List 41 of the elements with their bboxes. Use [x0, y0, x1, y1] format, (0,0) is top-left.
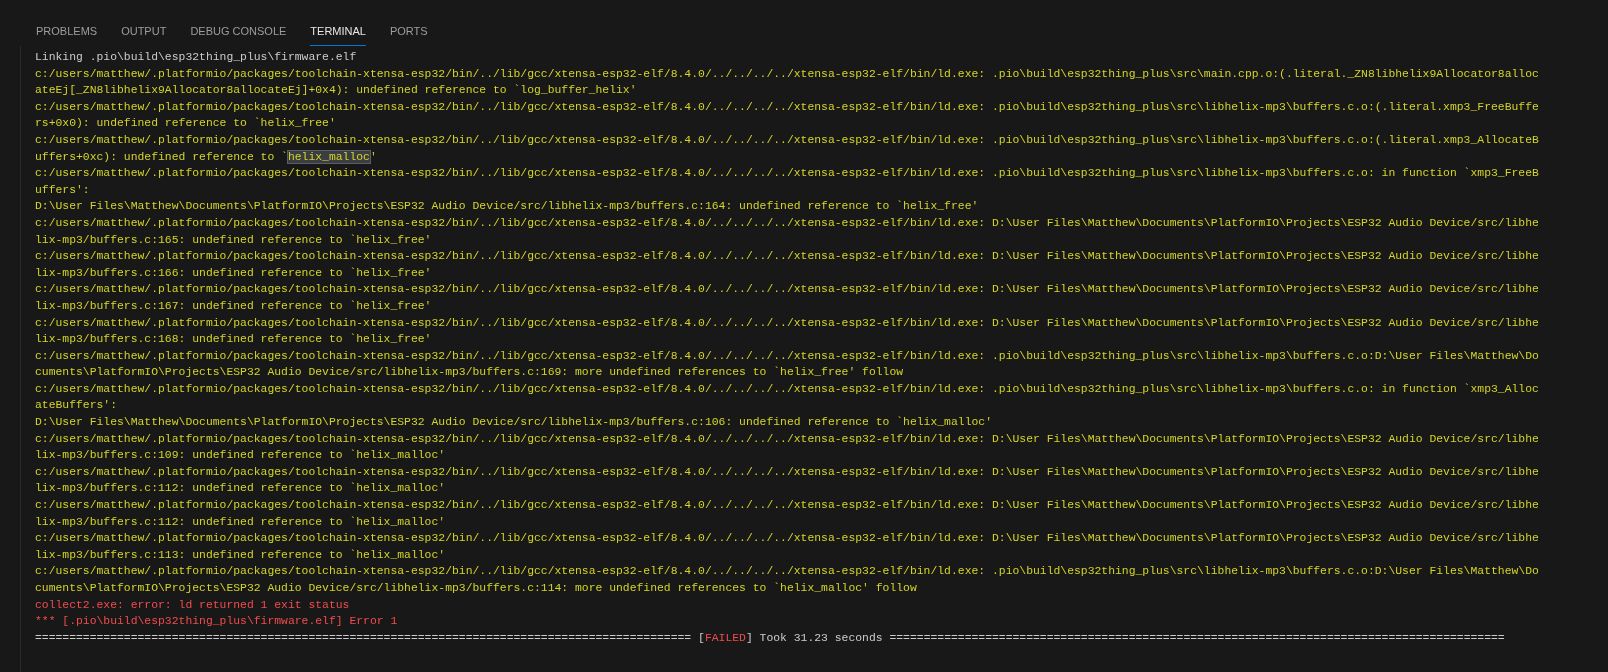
terminal-line: cuments\PlatformIO\Projects\ESP32 Audio Device/src/libhelix-mp3/buffers.c:114: more undefined references to `helix_malloc' follow [35, 581, 918, 596]
panel-tab[interactable]: DEBUG CONSOLE [190, 22, 287, 46]
terminal-line: c:/users/matthew/.platformio/packages/toolchain-xtensa-esp32/bin/../lib/gcc/xtensa-esp32-elf/8.4.0/../../../../xtensa-esp32-elf/bin/ld.exe: D:\User Files\Matthew\Documents\PlatformIO\Projects\ESP32 Audio Device/src/libhe [35, 498, 1540, 514]
panel-tab[interactable]: TERMINAL [310, 22, 366, 46]
terminal-line: c:/users/matthew/.platformio/packages/toolchain-xtensa-esp32/bin/../lib/gcc/xtensa-esp32-elf/8.4.0/../../../../xtensa-esp32-elf/bin/ld.exe: .pio\build\esp32thing_plus\src\libhelix-mp3\buffers.c.o: in function `xmp3_Alloc [35, 381, 1540, 397]
terminal-line: c:/users/matthew/.platformio/packages/toolchain-xtensa-esp32/bin/../lib/gcc/xtensa-esp32-elf/8.4.0/../../../../xtensa-esp32-elf/bin/ld.exe: D:\User Files\Matthew\Documents\PlatformIO\Projects\ESP32 Audio Device/src/libhe [35, 215, 1540, 231]
panel-tab[interactable]: OUTPUT [121, 22, 167, 46]
summary-line: ================================================================================================ [FAILED] Took 31.23 seconds ========================================================================================== [35, 630, 1506, 646]
terminal-line: lix-mp3/buffers.c:165: undefined reference to `helix_free' [35, 232, 433, 248]
terminal-line: c:/users/matthew/.platformio/packages/toolchain-xtensa-esp32/bin/../lib/gcc/xtensa-esp32-elf/8.4.0/../../../../xtensa-esp32-elf/bin/ld.exe: D:\User Files\Matthew\Documents\PlatformIO\Projects\ESP32 Audio Device/src/libhe [35, 431, 1540, 447]
terminal-line: uffers+0xc): undefined reference to `helix_malloc' [35, 149, 378, 165]
terminal-line: Linking .pio\build\esp32thing_plus\firmware.elf [35, 50, 358, 65]
terminal-line: c:/users/matthew/.platformio/packages/toolchain-xtensa-esp32/bin/../lib/gcc/xtensa-esp32-elf/8.4.0/../../../../xtensa-esp32-elf/bin/ld.exe: D:\User Files\Matthew\Documents\PlatformIO\Projects\ESP32 Audio Device/src/libhe [35, 464, 1540, 480]
terminal-line: ateBuffers': [35, 398, 119, 414]
terminal-line: D:\User Files\Matthew\Documents\PlatformIO\Projects\ESP32 Audio Device/src/libhelix-mp3/buffers.c:106: undefined reference to `helix_malloc' [35, 415, 993, 431]
terminal-line: cuments\PlatformIO\Projects\ESP32 Audio Device/src/libhelix-mp3/buffers.c:169: more undefined references to `helix_free' follow [35, 365, 905, 381]
error-line: collect2.exe: error: ld returned 1 exit status [35, 597, 351, 613]
panel-tab[interactable]: PROBLEMS [36, 22, 98, 46]
terminal-line: c:/users/matthew/.platformio/packages/toolchain-xtensa-esp32/bin/../lib/gcc/xtensa-esp32-elf/8.4.0/../../../../xtensa-esp32-elf/bin/ld.exe: .pio\build\esp32thing_plus\src\libhelix-mp3\buffers.c.o:D:\User Files\Matthew\Do [35, 564, 1540, 580]
terminal-line: c:/users/matthew/.platformio/packages/toolchain-xtensa-esp32/bin/../lib/gcc/xtensa-esp32-elf/8.4.0/../../../../xtensa-esp32-elf/bin/ld.exe: .pio\build\esp32thing_plus\src\main.cpp.o:(.literal._ZN8libhelix9Allocator8alloc [35, 66, 1540, 82]
terminal-line: c:/users/matthew/.platformio/packages/toolchain-xtensa-esp32/bin/../lib/gcc/xtensa-esp32-elf/8.4.0/../../../../xtensa-esp32-elf/bin/ld.exe: .pio\build\esp32thing_plus\src\libhelix-mp3\buffers.c.o:D:\User Files\Matthew\Do [35, 348, 1540, 364]
terminal-line: lix-mp3/buffers.c:109: undefined reference to `helix_malloc' [35, 448, 447, 464]
terminal-line: lix-mp3/buffers.c:166: undefined reference to `helix_free' [35, 265, 433, 281]
terminal-line: rs+0x0): undefined reference to `helix_free' [35, 116, 337, 132]
terminal-line: c:/users/matthew/.platformio/packages/toolchain-xtensa-esp32/bin/../lib/gcc/xtensa-esp32-elf/8.4.0/../../../../xtensa-esp32-elf/bin/ld.exe: D:\User Files\Matthew\Documents\PlatformIO\Projects\ESP32 Audio Device/src/libhe [35, 249, 1540, 265]
terminal-line: lix-mp3/buffers.c:112: undefined reference to `helix_malloc' [35, 481, 447, 497]
terminal-line: c:/users/matthew/.platformio/packages/toolchain-xtensa-esp32/bin/../lib/gcc/xtensa-esp32-elf/8.4.0/../../../../xtensa-esp32-elf/bin/ld.exe: .pio\build\esp32thing_plus\src\libhelix-mp3\buffers.c.o:(.literal.xmp3_FreeBuffe [35, 99, 1540, 115]
terminal-line: c:/users/matthew/.platformio/packages/toolchain-xtensa-esp32/bin/../lib/gcc/xtensa-esp32-elf/8.4.0/../../../../xtensa-esp32-elf/bin/ld.exe: D:\User Files\Matthew\Documents\PlatformIO\Projects\ESP32 Audio Device/src/libhe [35, 315, 1540, 331]
terminal-line: uffers': [35, 182, 91, 198]
terminal-line: D:\User Files\Matthew\Documents\PlatformIO\Projects\ESP32 Audio Device/src/libhelix-mp3/buffers.c:164: undefined reference to `helix_free' [35, 199, 980, 215]
terminal-line: c:/users/matthew/.platformio/packages/toolchain-xtensa-esp32/bin/../lib/gcc/xtensa-esp32-elf/8.4.0/../../../../xtensa-esp32-elf/bin/ld.exe: .pio\build\esp32thing_plus\src\libhelix-mp3\buffers.c.o: in function `xmp3_FreeB [35, 166, 1540, 182]
error-line: *** [.pio\build\esp32thing_plus\firmware.elf] Error 1 [35, 614, 399, 630]
terminal-line: c:/users/matthew/.platformio/packages/toolchain-xtensa-esp32/bin/../lib/gcc/xtensa-esp32-elf/8.4.0/../../../../xtensa-esp32-elf/bin/ld.exe: D:\User Files\Matthew\Documents\PlatformIO\Projects\ESP32 Audio Device/src/libhe [35, 531, 1540, 547]
terminal-line: lix-mp3/buffers.c:167: undefined reference to `helix_free' [35, 298, 433, 314]
terminal-line: lix-mp3/buffers.c:112: undefined reference to `helix_malloc' [35, 514, 447, 530]
terminal-line: c:/users/matthew/.platformio/packages/toolchain-xtensa-esp32/bin/../lib/gcc/xtensa-esp32-elf/8.4.0/../../../../xtensa-esp32-elf/bin/ld.exe: .pio\build\esp32thing_plus\src\libhelix-mp3\buffers.c.o:(.literal.xmp3_AllocateB [35, 132, 1540, 148]
terminal-line: lix-mp3/buffers.c:113: undefined reference to `helix_malloc' [35, 547, 447, 563]
panel-tab[interactable]: PORTS [389, 22, 428, 46]
terminal-line: ateEj[_ZN8libhelix9Allocator8allocateEj]+0x4): undefined reference to `log_buffer_helix' [35, 83, 638, 99]
terminal-line: c:/users/matthew/.platformio/packages/toolchain-xtensa-esp32/bin/../lib/gcc/xtensa-esp32-elf/8.4.0/../../../../xtensa-esp32-elf/bin/ld.exe: D:\User Files\Matthew\Documents\PlatformIO\Projects\ESP32 Audio Device/src/libhe [35, 282, 1540, 298]
terminal-line: lix-mp3/buffers.c:168: undefined reference to `helix_free' [35, 332, 433, 348]
